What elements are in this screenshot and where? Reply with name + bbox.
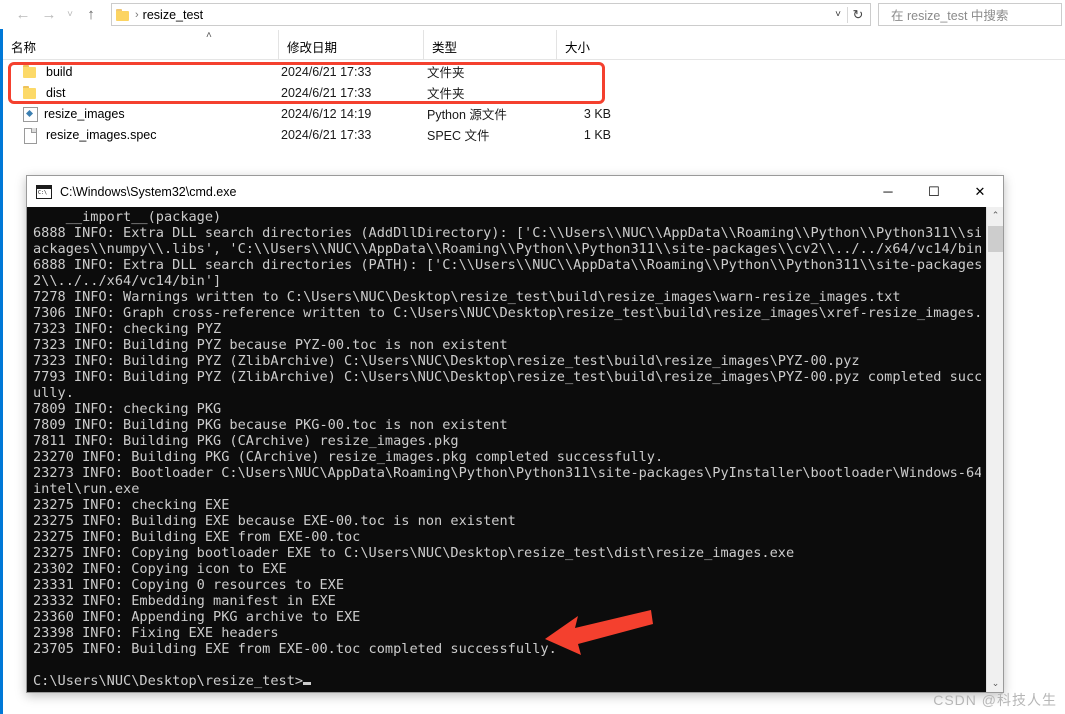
folder-icon bbox=[22, 64, 39, 79]
file-name-cell[interactable]: resize_images bbox=[22, 106, 125, 122]
file-size-cell: 1 KB bbox=[583, 127, 611, 142]
address-bar-controls: ˅ ↻ bbox=[829, 4, 868, 25]
cmd-output-line: 23331 INFO: Copying 0 resources to EXE bbox=[33, 577, 344, 593]
cmd-output-line: 7323 INFO: Building PYZ (ZlibArchive) C:… bbox=[33, 353, 860, 369]
file-name-label: resize_images bbox=[44, 106, 125, 121]
cmd-output-line: 7811 INFO: Building PKG (CArchive) resiz… bbox=[33, 433, 459, 449]
breadcrumb-current-folder[interactable]: resize_test bbox=[143, 8, 203, 22]
csdn-watermark: CSDN @科技人生 bbox=[933, 692, 1057, 708]
minimize-button[interactable]: ─ bbox=[865, 176, 911, 207]
recent-locations-button[interactable]: ˅ bbox=[62, 2, 78, 28]
cmd-output-line: intel\run.exe bbox=[33, 481, 140, 497]
cmd-output-line: 7323 INFO: Building PYZ because PYZ-00.t… bbox=[33, 337, 508, 353]
file-type-cell: 文件夹 bbox=[427, 66, 465, 80]
cmd-output-line: 7793 INFO: Building PYZ (ZlibArchive) C:… bbox=[33, 369, 981, 385]
maximize-button[interactable]: ☐ bbox=[911, 176, 957, 207]
cmd-console-window[interactable]: C:\Windows\System32\cmd.exe ─ ☐ ✕ __impo… bbox=[26, 175, 1004, 693]
file-list-column-headers: 名称 修改日期 类型 大小 ˄ bbox=[3, 30, 1065, 60]
column-header-name[interactable]: 名称 bbox=[3, 30, 278, 60]
folder-icon bbox=[22, 85, 39, 100]
close-button[interactable]: ✕ bbox=[957, 176, 1003, 207]
cmd-output-line: 23270 INFO: Building PKG (CArchive) resi… bbox=[33, 449, 664, 465]
refresh-icon[interactable]: ↻ bbox=[848, 4, 868, 25]
file-type-cell: 文件夹 bbox=[427, 87, 465, 101]
table-row[interactable]: dist 2024/6/21 17:33 文件夹 bbox=[3, 82, 1065, 103]
file-name-cell[interactable]: resize_images.spec bbox=[22, 127, 157, 144]
cmd-window-title: C:\Windows\System32\cmd.exe bbox=[60, 184, 237, 199]
cmd-output-line: 7278 INFO: Warnings written to C:\Users\… bbox=[33, 289, 901, 305]
file-date-cell: 2024/6/21 17:33 bbox=[281, 127, 372, 142]
search-input-placeholder[interactable]: 在 resize_test 中搜索 bbox=[891, 5, 1008, 24]
column-header-date[interactable]: 修改日期 bbox=[278, 30, 423, 60]
file-date-cell: 2024/6/12 14:19 bbox=[281, 106, 372, 121]
cmd-output-line: 23275 INFO: Building EXE because EXE-00.… bbox=[33, 513, 516, 529]
address-path-box[interactable]: › resize_test ˅ ↻ bbox=[111, 3, 871, 26]
table-row[interactable]: resize_images.spec 2024/6/21 17:33 SPEC … bbox=[3, 124, 1065, 145]
breadcrumb-separator: › bbox=[135, 8, 139, 21]
cmd-scrollbar[interactable]: ⌃ ⌄ bbox=[986, 207, 1003, 692]
cmd-output-line: 7809 INFO: Building PKG because PKG-00.t… bbox=[33, 417, 508, 433]
file-name-cell[interactable]: dist bbox=[22, 85, 65, 100]
file-date-cell: 2024/6/21 17:33 bbox=[281, 85, 372, 100]
back-button[interactable]: ← bbox=[10, 2, 36, 28]
cmd-output-line: __import__(package) bbox=[33, 209, 222, 225]
cmd-output-line: 6888 INFO: Extra DLL search directories … bbox=[33, 225, 981, 241]
column-header-type[interactable]: 类型 bbox=[423, 30, 556, 60]
generic-file-icon bbox=[22, 127, 39, 144]
chevron-down-icon[interactable]: ˅ bbox=[829, 4, 847, 25]
cmd-output-line: 23360 INFO: Appending PKG archive to EXE bbox=[33, 609, 361, 625]
cmd-output-line: ackages\\numpy\\.libs', 'C:\\Users\\NUC\… bbox=[33, 241, 981, 257]
folder-icon bbox=[116, 8, 131, 21]
cmd-output-line: 6888 INFO: Extra DLL search directories … bbox=[33, 257, 981, 273]
file-list: build 2024/6/21 17:33 文件夹 dist 2024/6/21… bbox=[3, 61, 1065, 145]
cmd-output-area[interactable]: __import__(package) 6888 INFO: Extra DLL … bbox=[27, 207, 1003, 692]
cmd-output-line: 2\\../../x64/vc14/bin'] bbox=[33, 273, 222, 289]
cmd-output-line: 23275 INFO: Building EXE from EXE-00.toc bbox=[33, 529, 361, 545]
table-row[interactable]: build 2024/6/21 17:33 文件夹 bbox=[3, 61, 1065, 82]
table-row[interactable]: resize_images 2024/6/12 14:19 Python 源文件… bbox=[3, 103, 1065, 124]
cmd-output-line: 23398 INFO: Fixing EXE headers bbox=[33, 625, 279, 641]
cmd-output-line bbox=[33, 657, 981, 673]
cmd-output-line: 7306 INFO: Graph cross-reference written… bbox=[33, 305, 981, 321]
explorer-address-bar: ← → ˅ ↑ › resize_test ˅ ↻ 在 resize_test … bbox=[0, 0, 1065, 29]
cmd-output-line: 7809 INFO: checking PKG bbox=[33, 401, 222, 417]
cmd-output-line: 23705 INFO: Building EXE from EXE-00.toc… bbox=[33, 641, 557, 657]
cmd-output-line: 23302 INFO: Copying icon to EXE bbox=[33, 561, 287, 577]
cmd-output-line: 7323 INFO: checking PYZ bbox=[33, 321, 222, 337]
file-name-label: build bbox=[46, 64, 73, 79]
cmd-output-line: 23275 INFO: checking EXE bbox=[33, 497, 230, 513]
file-name-label: dist bbox=[46, 85, 66, 100]
cmd-output-line: 23273 INFO: Bootloader C:\Users\NUC\AppD… bbox=[33, 465, 981, 481]
file-type-cell: SPEC 文件 bbox=[427, 129, 490, 143]
screenshot-root: ← → ˅ ↑ › resize_test ˅ ↻ 在 resize_test … bbox=[0, 0, 1065, 714]
cmd-cursor bbox=[303, 682, 312, 685]
python-file-icon bbox=[22, 106, 38, 122]
cmd-title-bar[interactable]: C:\Windows\System32\cmd.exe ─ ☐ ✕ bbox=[27, 176, 1003, 207]
scroll-up-icon[interactable]: ⌃ bbox=[987, 207, 1003, 224]
cmd-output-line: 23332 INFO: Embedding manifest in EXE bbox=[33, 593, 336, 609]
cmd-icon bbox=[36, 184, 52, 199]
file-size-cell: 3 KB bbox=[583, 106, 611, 121]
column-header-size[interactable]: 大小 bbox=[556, 30, 621, 60]
file-name-label: resize_images.spec bbox=[46, 127, 157, 142]
file-name-cell[interactable]: build bbox=[22, 64, 72, 79]
cmd-output-line: ully. bbox=[33, 385, 74, 401]
scrollbar-thumb[interactable] bbox=[988, 226, 1003, 252]
sort-ascending-icon: ˄ bbox=[206, 30, 212, 41]
cmd-output-line: 23275 INFO: Copying bootloader EXE to C:… bbox=[33, 545, 795, 561]
up-button[interactable]: ↑ bbox=[78, 2, 104, 28]
window-controls: ─ ☐ ✕ bbox=[865, 176, 1003, 207]
forward-button[interactable]: → bbox=[36, 2, 62, 28]
file-date-cell: 2024/6/21 17:33 bbox=[281, 64, 372, 79]
cmd-output-text: __import__(package) 6888 INFO: Extra DLL … bbox=[33, 209, 981, 689]
search-box[interactable]: 在 resize_test 中搜索 bbox=[878, 3, 1062, 26]
cmd-output-line: C:\Users\NUC\Desktop\resize_test> bbox=[33, 673, 981, 689]
file-type-cell: Python 源文件 bbox=[427, 108, 507, 122]
arrow-left-pointer-icon bbox=[545, 610, 653, 655]
